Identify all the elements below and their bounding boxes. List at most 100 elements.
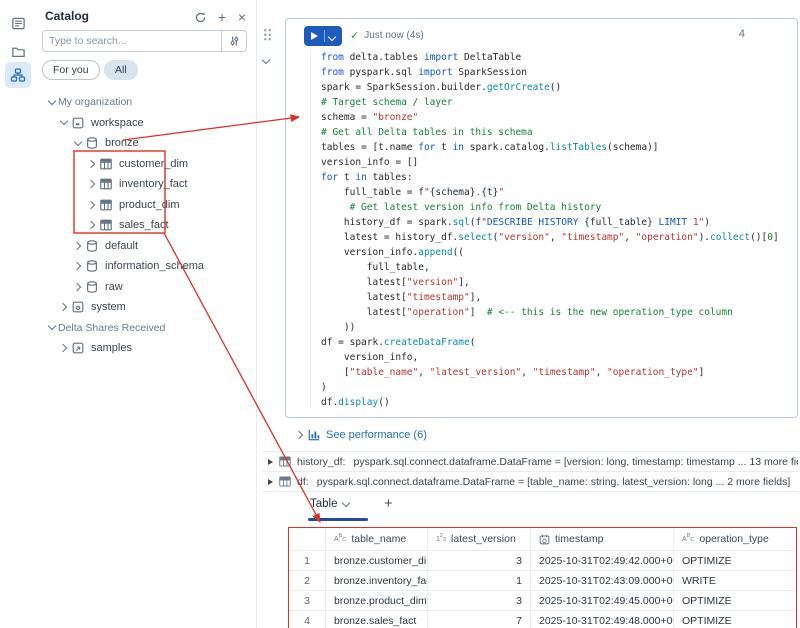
play-icon (311, 32, 318, 40)
column-header-operation_type[interactable]: ABCoperation_type (674, 528, 796, 550)
column-header-table_name[interactable]: ABCtable_name (326, 528, 428, 550)
cell-operation-type: OPTIMIZE (674, 551, 796, 570)
column-header-timestamp[interactable]: timestamp (531, 528, 674, 550)
refresh-icon[interactable] (191, 8, 209, 26)
code-editor[interactable]: from delta.tables import DeltaTablefrom … (310, 50, 793, 410)
expander-triangle-icon[interactable] (268, 459, 273, 465)
run-cell-button[interactable] (304, 26, 342, 46)
filter-sliders-icon[interactable] (221, 31, 246, 51)
cell-drag-handle[interactable] (263, 28, 272, 41)
expand-chevron-icon (295, 431, 303, 439)
tree-item-samples[interactable]: samples (33, 338, 256, 359)
code-line: version_info.append(( (321, 245, 793, 260)
code-line: latest = history_df.select("version", "t… (321, 230, 793, 245)
chevron-down-icon[interactable] (57, 121, 70, 124)
add-visualization-button[interactable]: + (384, 495, 393, 512)
tree-item-bronze[interactable]: bronze (33, 133, 256, 154)
table-row: 4bronze.sales_fact72025-10-31T02:49:48.0… (289, 611, 796, 628)
code-line: latest["timestamp"], (321, 290, 793, 305)
table-icon (98, 177, 114, 191)
catalog-icon[interactable] (5, 62, 31, 88)
search-input[interactable] (43, 35, 221, 47)
see-performance-link[interactable]: See performance (6) (326, 429, 427, 441)
results-tab-strip: Table + (262, 495, 798, 523)
code-line: ["table_name", "latest_version", "timest… (321, 365, 793, 380)
notebook-cell: ✓ Just now (4s) 4 from delta.tables impo… (285, 18, 798, 418)
tree-item-label: samples (91, 342, 132, 354)
tree-item-default[interactable]: default (33, 236, 256, 257)
table-row: 2bronze.inventory_fact12025-10-31T02:43:… (289, 571, 796, 591)
see-performance-row[interactable]: See performance (6) (298, 429, 427, 441)
tree-item-raw[interactable]: raw (33, 277, 256, 298)
chevron-right-icon[interactable] (57, 345, 70, 351)
cell-collapse-chevron-icon[interactable] (263, 50, 269, 68)
tree-item-information-schema[interactable]: information_schema (33, 256, 256, 277)
column-header-latest_version[interactable]: 123latest_version (428, 528, 531, 550)
chevron-right-icon[interactable] (85, 181, 98, 187)
tree-item-label: customer_dim (119, 158, 188, 170)
variable-name: df: (297, 476, 309, 488)
chevron-right-icon[interactable] (57, 304, 70, 310)
tree-item-label: workspace (91, 117, 144, 129)
chevron-right-icon[interactable] (71, 284, 84, 290)
filter-chip-for-you[interactable]: For you (42, 60, 100, 80)
table-icon (98, 218, 114, 232)
dataframe-icon (279, 476, 291, 487)
results-table: ABCtable_name123latest_versiontimestampA… (288, 527, 797, 628)
database-icon (84, 280, 100, 294)
cell-table-name: bronze.sales_fact (326, 611, 428, 628)
databricks-notebook-window: Catalog + × For you All My organization w… (0, 0, 800, 628)
success-check-icon: ✓ (350, 29, 359, 42)
add-icon[interactable]: + (213, 8, 231, 26)
cell-table-name: bronze.inventory_fact (326, 571, 428, 590)
variable-row[interactable]: history_df:pyspark.sql.connect.dataframe… (262, 452, 798, 472)
tree-item-label: information_schema (105, 260, 204, 272)
catalog-gear-icon (70, 300, 86, 314)
table-row: 3bronze.product_dim32025-10-31T02:49:45.… (289, 591, 796, 611)
cell-table-name: bronze.customer_dim (326, 551, 428, 570)
chevron-right-icon[interactable] (85, 202, 98, 208)
chevron-right-icon[interactable] (85, 161, 98, 167)
code-line: df.display() (321, 395, 793, 410)
tree-item-delta-shares-received[interactable]: Delta Shares Received (33, 318, 256, 339)
chevron-down-icon[interactable] (45, 101, 58, 104)
tree-item-system[interactable]: system (33, 297, 256, 318)
code-line: )) (321, 320, 793, 335)
code-line: for t in tables: (321, 170, 793, 185)
folder-icon[interactable] (5, 38, 31, 64)
tree-item-customer-dim[interactable]: customer_dim (33, 154, 256, 175)
tree-item-label: raw (105, 281, 123, 293)
timestamp-type-icon (539, 534, 550, 545)
code-line: # Get latest version info from Delta his… (321, 200, 793, 215)
code-line: # Target schema / layer (321, 95, 793, 110)
code-line: latest["operation"] # <-- this is the ne… (321, 305, 793, 320)
table-row: 1bronze.customer_dim32025-10-31T02:49:42… (289, 551, 796, 571)
tree-item-my-organization[interactable]: My organization (33, 92, 256, 113)
tree-item-label: bronze (105, 137, 139, 149)
variable-name: history_df: (297, 456, 345, 468)
tree-item-product-dim[interactable]: product_dim (33, 195, 256, 216)
chevron-right-icon[interactable] (71, 263, 84, 269)
run-options-chevron-icon[interactable] (329, 27, 335, 45)
catalog-title: Catalog (45, 9, 89, 23)
variable-row[interactable]: df:pyspark.sql.connect.dataframe.DataFra… (262, 472, 798, 492)
expander-triangle-icon[interactable] (268, 479, 273, 485)
tree-item-workspace[interactable]: workspace (33, 113, 256, 134)
string-type-icon: ABC (334, 536, 346, 543)
code-line: # Get all Delta tables in this schema (321, 125, 793, 140)
cell-timestamp: 2025-10-31T02:49:48.000+00:... (531, 611, 674, 628)
chevron-right-icon[interactable] (85, 222, 98, 228)
catalog-icon (70, 116, 86, 130)
chevron-down-icon[interactable] (45, 326, 58, 329)
chevron-right-icon[interactable] (71, 243, 84, 249)
row-number: 3 (289, 591, 326, 610)
tab-table[interactable]: Table (310, 498, 349, 510)
tree-item-inventory-fact[interactable]: inventory_fact (33, 174, 256, 195)
tree-item-label: product_dim (119, 199, 180, 211)
tree-item-sales-fact[interactable]: sales_fact (33, 215, 256, 236)
filter-chip-all[interactable]: All (104, 60, 138, 80)
code-line: from pyspark.sql import SparkSession (321, 65, 793, 80)
chevron-down-icon[interactable] (71, 142, 84, 145)
close-icon[interactable]: × (233, 8, 251, 26)
notebook-panel-icon[interactable] (5, 10, 31, 36)
